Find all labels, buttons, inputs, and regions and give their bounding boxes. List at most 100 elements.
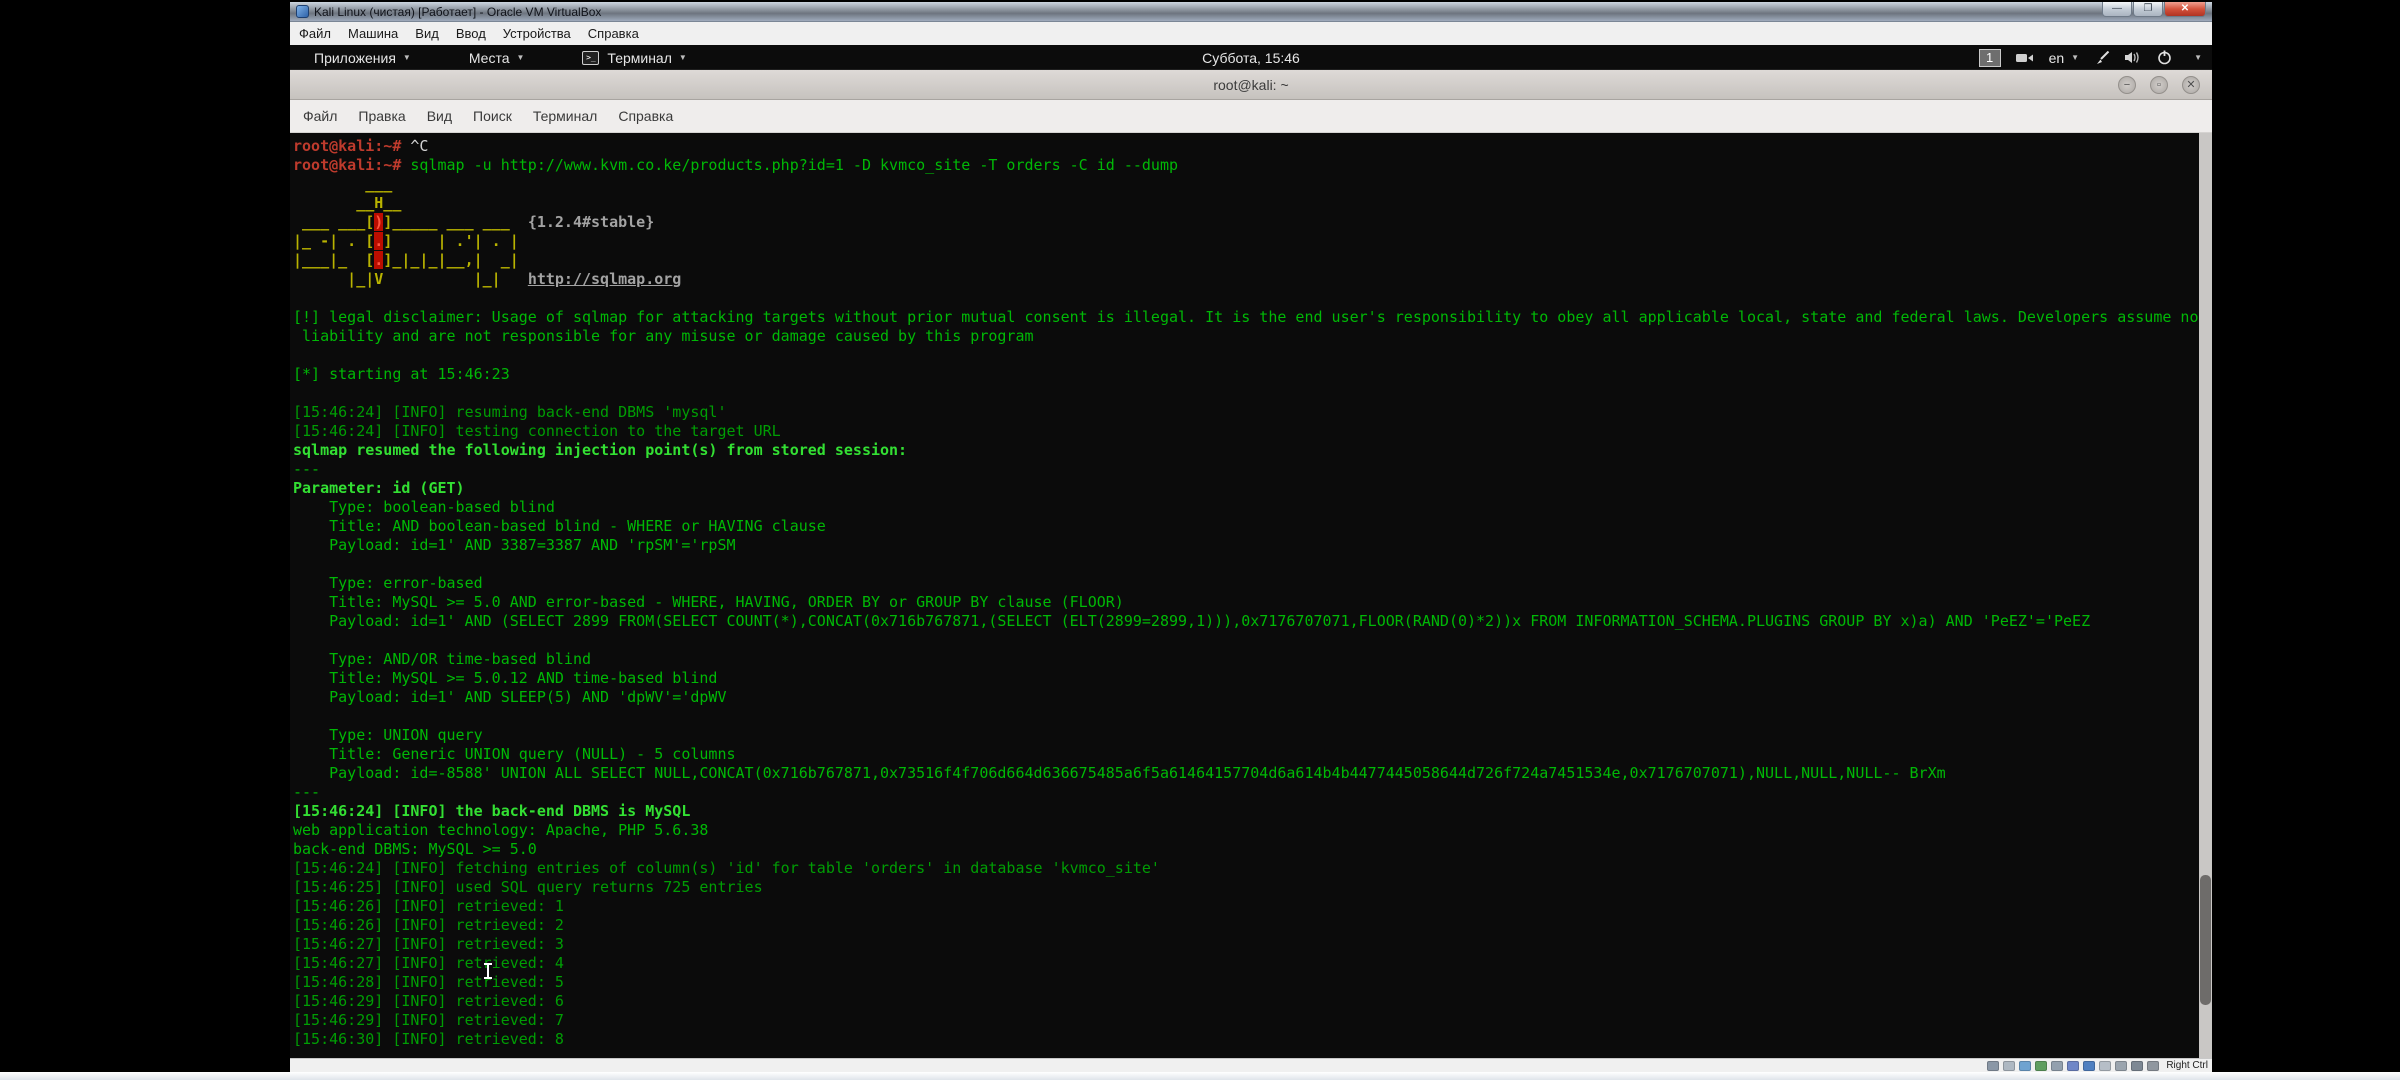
guest-screen: Приложения ▼ Места ▼ >_ Терминал ▼ Суббо… bbox=[290, 45, 2212, 1058]
terminal-line: [!] legal disclaimer: Usage of sqlmap fo… bbox=[293, 308, 2212, 327]
brush-icon[interactable] bbox=[2094, 51, 2110, 65]
vbox-menu-item-устройства[interactable]: Устройства bbox=[503, 26, 571, 41]
restore-button[interactable]: ❐ bbox=[2133, 2, 2163, 17]
terminal-line bbox=[293, 631, 2212, 650]
terminal-line: liability and are not responsible for an… bbox=[293, 327, 2212, 346]
vbox-menu-item-файл[interactable]: Файл bbox=[299, 26, 331, 41]
terminal-icon: >_ bbox=[582, 51, 599, 65]
clock[interactable]: Суббота, 15:46 bbox=[1202, 45, 1300, 70]
chevron-down-icon: ▼ bbox=[517, 53, 525, 62]
terminal-line: Title: MySQL >= 5.0 AND error-based - WH… bbox=[293, 593, 2212, 612]
places-menu[interactable]: Места ▼ bbox=[469, 50, 525, 66]
vbox-menu-item-машина[interactable]: Машина bbox=[348, 26, 398, 41]
terminal-menubar: Файл Правка Вид Поиск Терминал Справка bbox=[290, 100, 2212, 133]
keyboard-layout-selector[interactable]: en ▼ bbox=[2049, 50, 2080, 66]
workspace-indicator[interactable]: 1 bbox=[1979, 49, 2001, 67]
terminal-line: [15:46:24] [INFO] resuming back-end DBMS… bbox=[293, 403, 2212, 422]
terminal-line bbox=[293, 384, 2212, 403]
terminal-app-menu[interactable]: >_ Терминал ▼ bbox=[582, 50, 686, 66]
host-key-label: Right Ctrl bbox=[2166, 1060, 2208, 1071]
terminal-close-button[interactable]: ✕ bbox=[2182, 76, 2200, 94]
virtualbox-window: Kali Linux (чистая) [Работает] - Oracle … bbox=[290, 2, 2212, 1080]
terminal-line: [15:46:29] [INFO] retrieved: 7 bbox=[293, 1011, 2212, 1030]
terminal-titlebar[interactable]: root@kali: ~ − ▫ ✕ bbox=[290, 70, 2212, 100]
display-status-icon[interactable] bbox=[2083, 1061, 2095, 1071]
terminal-line: [15:46:25] [INFO] used SQL query returns… bbox=[293, 878, 2212, 897]
vbox-menu-item-ввод[interactable]: Ввод bbox=[456, 26, 486, 41]
mouse-integration-status-icon[interactable] bbox=[2131, 1061, 2143, 1071]
terminal-line: [15:46:27] [INFO] retrieved: 3 bbox=[293, 935, 2212, 954]
terminal-line: [15:46:26] [INFO] retrieved: 1 bbox=[293, 897, 2212, 916]
terminal-line: root@kali:~# sqlmap -u http://www.kvm.co… bbox=[293, 156, 2212, 175]
terminal-minimize-button[interactable]: − bbox=[2118, 76, 2136, 94]
kali-top-panel: Приложения ▼ Места ▼ >_ Терминал ▼ Суббо… bbox=[290, 45, 2212, 70]
terminal-line: [15:46:26] [INFO] retrieved: 2 bbox=[293, 916, 2212, 935]
text-cursor-pointer bbox=[483, 963, 492, 980]
terminal-line: Title: AND boolean-based blind - WHERE o… bbox=[293, 517, 2212, 536]
terminal-menu-item-файл[interactable]: Файл bbox=[303, 108, 337, 124]
video-capture-status-icon[interactable] bbox=[2099, 1061, 2111, 1071]
system-menu-caret-icon[interactable]: ▼ bbox=[2194, 53, 2202, 62]
vbox-menu-item-вид[interactable]: Вид bbox=[415, 26, 439, 41]
terminal-line bbox=[293, 555, 2212, 574]
vbox-menu-item-справка[interactable]: Справка bbox=[588, 26, 639, 41]
chevron-down-icon: ▼ bbox=[2071, 53, 2079, 62]
power-icon[interactable] bbox=[2157, 50, 2172, 65]
terminal-line bbox=[293, 289, 2212, 308]
terminal-line bbox=[293, 346, 2212, 365]
hard-disk-status-icon[interactable] bbox=[1987, 1061, 1999, 1071]
terminal-menu-item-поиск[interactable]: Поиск bbox=[473, 108, 512, 124]
terminal-line: ___ ___[)]_____ ___ ___ {1.2.4#stable} bbox=[293, 213, 2212, 232]
virtualbox-app-icon bbox=[296, 5, 309, 18]
terminal-line: [15:46:27] [INFO] retrieved: 4 bbox=[293, 954, 2212, 973]
terminal-line: [15:46:24] [INFO] testing connection to … bbox=[293, 422, 2212, 441]
features-status-icon[interactable] bbox=[2115, 1061, 2127, 1071]
terminal-line: [*] starting at 15:46:23 bbox=[293, 365, 2212, 384]
terminal-title: root@kali: ~ bbox=[1213, 70, 1288, 100]
virtualbox-titlebar[interactable]: Kali Linux (чистая) [Работает] - Oracle … bbox=[290, 2, 2212, 22]
audio-status-icon[interactable] bbox=[2019, 1061, 2031, 1071]
terminal-line: |___|_ [.]_|_|_|__,| _| bbox=[293, 251, 2212, 270]
chevron-down-icon: ▼ bbox=[679, 53, 687, 62]
terminal-line: --- bbox=[293, 783, 2212, 802]
minimize-button[interactable]: — bbox=[2102, 2, 2132, 17]
terminal-line: Type: AND/OR time-based blind bbox=[293, 650, 2212, 669]
virtualbox-statusbar: Right Ctrl bbox=[290, 1058, 2212, 1072]
terminal-line: Payload: id=-8588' UNION ALL SELECT NULL… bbox=[293, 764, 2212, 783]
terminal-line: Payload: id=1' AND 3387=3387 AND 'rpSM'=… bbox=[293, 536, 2212, 555]
close-button[interactable]: ✕ bbox=[2164, 2, 2206, 17]
terminal-line: Payload: id=1' AND SLEEP(5) AND 'dpWV'='… bbox=[293, 688, 2212, 707]
terminal-line: |_|V |_| http://sqlmap.org bbox=[293, 270, 2212, 289]
terminal-scrollbar[interactable] bbox=[2199, 133, 2212, 1058]
virtualbox-window-title: Kali Linux (чистая) [Работает] - Oracle … bbox=[314, 5, 601, 19]
terminal-menu-item-терминал[interactable]: Терминал bbox=[533, 108, 597, 124]
terminal-line: Type: error-based bbox=[293, 574, 2212, 593]
terminal-menu-item-вид[interactable]: Вид bbox=[427, 108, 452, 124]
terminal-window: root@kali: ~ − ▫ ✕ Файл Правка Вид Поиск Тер… bbox=[290, 70, 2212, 1058]
terminal-line: Type: boolean-based blind bbox=[293, 498, 2212, 517]
terminal-output[interactable]: root@kali:~# ^Croot@kali:~# sqlmap -u ht… bbox=[290, 133, 2212, 1058]
terminal-line: ___ bbox=[293, 175, 2212, 194]
terminal-line: Title: Generic UNION query (NULL) - 5 co… bbox=[293, 745, 2212, 764]
terminal-line: __H__ bbox=[293, 194, 2212, 213]
shared-folders-status-icon[interactable] bbox=[2067, 1061, 2079, 1071]
terminal-scrollbar-thumb[interactable] bbox=[2200, 875, 2211, 1005]
screen-recorder-icon[interactable] bbox=[2016, 52, 2034, 64]
network-status-icon[interactable] bbox=[2035, 1061, 2047, 1071]
keyboard-status-icon[interactable] bbox=[2147, 1061, 2159, 1071]
terminal-line: Title: MySQL >= 5.0.12 AND time-based bl… bbox=[293, 669, 2212, 688]
usb-status-icon[interactable] bbox=[2051, 1061, 2063, 1071]
terminal-menu-item-справка[interactable]: Справка bbox=[618, 108, 673, 124]
chevron-down-icon: ▼ bbox=[403, 53, 411, 62]
virtualbox-menubar: Файл Машина Вид Ввод Устройства Справка bbox=[290, 22, 2212, 45]
terminal-maximize-button[interactable]: ▫ bbox=[2150, 76, 2168, 94]
terminal-line: [15:46:30] [INFO] retrieved: 8 bbox=[293, 1030, 2212, 1049]
terminal-line: [15:46:24] [INFO] fetching entries of co… bbox=[293, 859, 2212, 878]
volume-icon[interactable] bbox=[2125, 51, 2142, 64]
terminal-menu-item-правка[interactable]: Правка bbox=[358, 108, 405, 124]
applications-menu[interactable]: Приложения ▼ bbox=[314, 50, 411, 66]
terminal-line: web application technology: Apache, PHP … bbox=[293, 821, 2212, 840]
optical-disk-status-icon[interactable] bbox=[2003, 1061, 2015, 1071]
terminal-line: sqlmap resumed the following injection p… bbox=[293, 441, 2212, 460]
terminal-line: [15:46:24] [INFO] the back-end DBMS is M… bbox=[293, 802, 2212, 821]
